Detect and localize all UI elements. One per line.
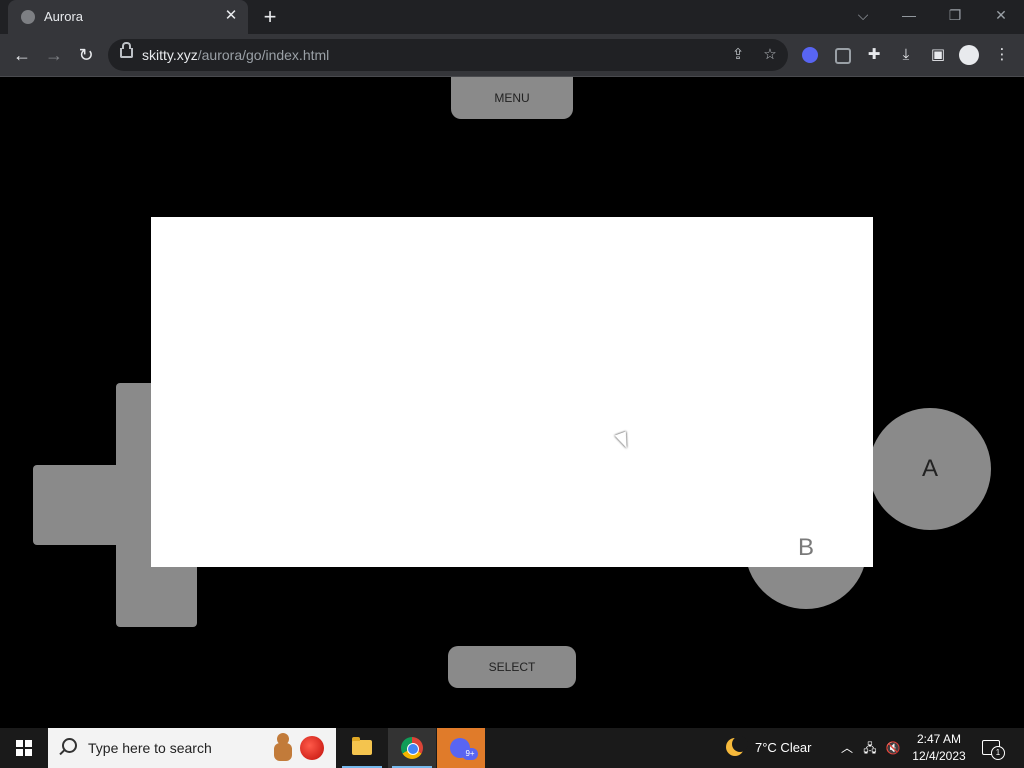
more-icon[interactable]: ⋮ [991,44,1013,66]
taskbar: Type here to search 9+ 7°C Clear ︿ 🖧 🔇 2… [0,728,1024,768]
notification-count: 1 [991,746,1005,760]
windows-logo-icon [16,740,32,756]
forward-button[interactable]: → [40,42,68,68]
address-url[interactable]: skitty.xyz/aurora/go/index.html [142,47,329,63]
search-icon [62,738,77,753]
lock-icon[interactable] [120,42,133,58]
tab-search-icon[interactable]: ⌵ [840,0,886,30]
clock[interactable]: 2:47 AM 12/4/2023 [908,731,970,765]
url-domain: skitty.xyz [142,47,198,63]
notification-center-button[interactable]: 1 [982,738,1005,760]
tab-strip: Aurora ✕ + ⌵ — ❐ ✕ [0,0,1024,34]
moon-icon [726,736,748,756]
search-placeholder: Type here to search [88,740,212,756]
file-explorer-app[interactable] [338,728,386,768]
network-icon[interactable]: 🖧 [861,738,879,758]
chrome-app[interactable] [388,728,436,768]
minimize-button[interactable]: — [886,0,932,30]
discord-badge: 9+ [462,748,478,760]
gingerbread-icon[interactable] [270,733,296,763]
tray-chevron-icon[interactable]: ︿ [838,738,856,758]
tab-title: Aurora [44,9,84,24]
tab-close-icon[interactable]: ✕ [222,7,240,25]
start-button[interactable] [0,728,48,768]
select-button[interactable]: SELECT [448,646,576,688]
a-button[interactable]: A [869,408,991,530]
url-path: /aurora/go/index.html [197,47,330,63]
chrome-icon [401,737,423,759]
dpad-left-button[interactable] [33,465,121,545]
globe-icon [21,10,35,24]
b-button-label: B [797,534,814,561]
taskbar-search[interactable]: Type here to search [48,728,336,768]
window-close-button[interactable]: ✕ [978,0,1024,30]
side-panel-icon[interactable]: ▣ [927,44,949,66]
new-tab-button[interactable]: + [258,4,282,30]
address-bar[interactable]: skitty.xyz/aurora/go/index.html ⇪ ☆ [108,39,788,71]
star-icon[interactable]: ☆ [760,45,780,65]
restore-button[interactable]: ❐ [932,0,978,30]
clock-date: 12/4/2023 [912,749,966,763]
red-orb-icon[interactable] [300,736,324,760]
puzzle-icon[interactable]: ✚ [863,44,885,66]
profile-icon[interactable] [959,45,979,65]
download-icon[interactable]: ⤓ [895,44,917,66]
extension-box-icon[interactable] [835,48,851,64]
weather-text: 7°C Clear [755,740,812,755]
tab-aurora[interactable]: Aurora ✕ [8,0,248,34]
clock-time: 2:47 AM [916,732,962,746]
share-icon[interactable]: ⇪ [728,45,748,65]
volume-muted-icon[interactable]: 🔇 [884,738,902,758]
menu-button[interactable]: MENU [451,77,573,119]
game-page: MENU A B SELECT [0,77,1024,727]
discord-app[interactable]: 9+ [437,728,485,768]
discord-extension-icon[interactable] [802,47,818,63]
back-button[interactable]: ← [8,42,36,68]
folder-icon [352,737,372,755]
browser-toolbar: ← → ↻ skitty.xyz/aurora/go/index.html ⇪ … [0,34,1024,77]
reload-button[interactable]: ↻ [72,42,100,68]
